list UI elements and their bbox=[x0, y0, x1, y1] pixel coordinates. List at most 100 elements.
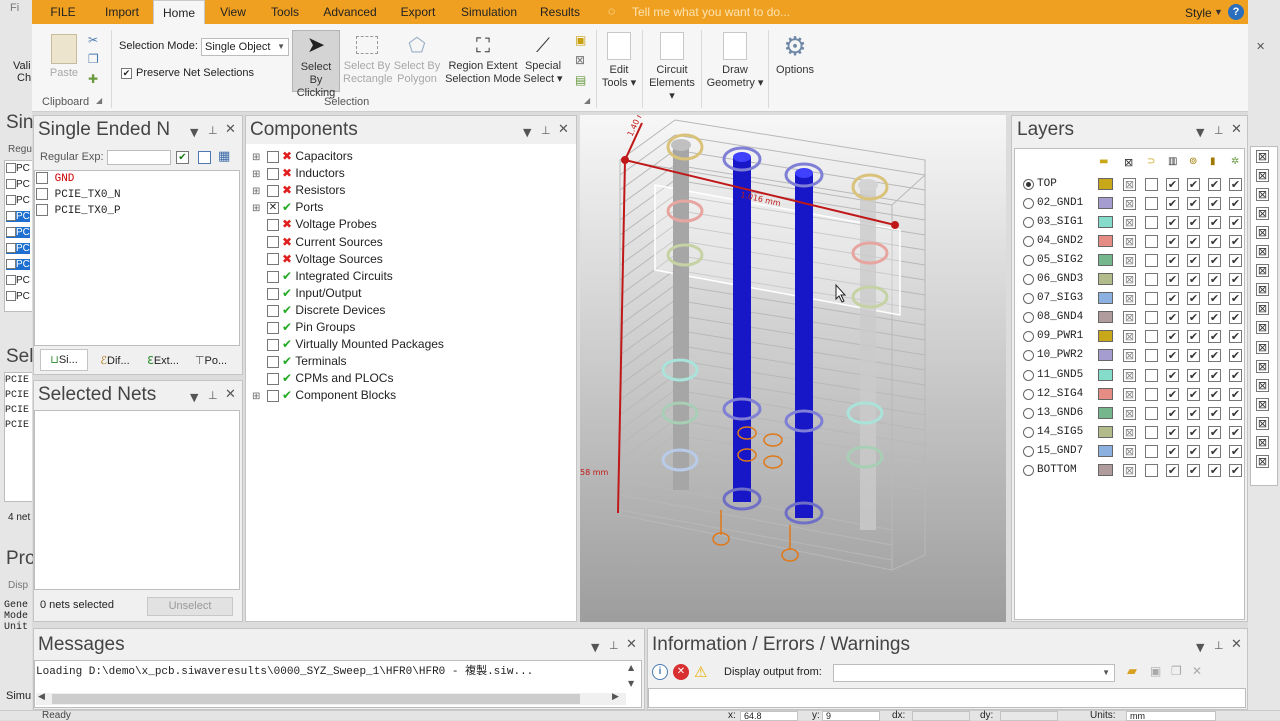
layer-visibility-checkbox[interactable]: ✔ bbox=[1229, 387, 1242, 401]
right-strip-checkbox[interactable]: ⊠ bbox=[1256, 207, 1269, 221]
component-item[interactable]: ✔ CPMs and PLOCs bbox=[252, 370, 393, 387]
close-icon[interactable]: ✕ bbox=[1231, 637, 1242, 652]
net-tab-extended[interactable]: ℇExt... bbox=[140, 351, 186, 371]
layer-visibility-checkbox[interactable] bbox=[1145, 330, 1158, 344]
tab-view[interactable]: View bbox=[214, 0, 252, 24]
component-checkbox[interactable] bbox=[267, 338, 279, 351]
component-item[interactable]: ⊞ ✔ Component Blocks bbox=[252, 387, 396, 404]
scroll-right-icon[interactable]: ▶ bbox=[612, 692, 619, 702]
component-checkbox[interactable] bbox=[267, 321, 279, 334]
tab-simulation[interactable]: Simulation bbox=[454, 0, 524, 24]
tab-home[interactable]: Home bbox=[153, 0, 205, 24]
layer-radio[interactable] bbox=[1023, 350, 1034, 362]
circuit-elements-button[interactable]: Circuit Elements ▾ bbox=[646, 30, 698, 102]
layer-visibility-checkbox[interactable]: ✔ bbox=[1229, 197, 1242, 211]
component-item[interactable]: ✔ Pin Groups bbox=[252, 319, 355, 336]
panel-menu-icon[interactable]: ▼ bbox=[190, 391, 198, 404]
right-strip-checkbox[interactable]: ⊠ bbox=[1256, 283, 1269, 297]
layer-visibility-checkbox[interactable]: ✔ bbox=[1208, 406, 1221, 420]
net-tab-single[interactable]: ⊔Si... bbox=[40, 349, 88, 371]
panel-menu-icon[interactable]: ▼ bbox=[591, 641, 599, 654]
layer-visibility-checkbox[interactable] bbox=[1145, 273, 1158, 287]
net-tab-power[interactable]: ⊤Po... bbox=[188, 351, 234, 371]
layer-radio[interactable] bbox=[1023, 426, 1034, 438]
layer-visibility-checkbox[interactable]: ✔ bbox=[1229, 216, 1242, 230]
layer-color-swatch[interactable] bbox=[1098, 406, 1113, 419]
layer-color-swatch[interactable] bbox=[1098, 387, 1113, 400]
layer-visibility-checkbox[interactable]: ✔ bbox=[1208, 216, 1221, 230]
pin-icon[interactable]: ⊥ bbox=[208, 124, 218, 137]
layer-visibility-checkbox[interactable]: ✔ bbox=[1166, 387, 1179, 401]
layer-visibility-checkbox[interactable]: ✔ bbox=[1166, 349, 1179, 363]
edit-tools-button[interactable]: Edit Tools ▾ bbox=[600, 30, 638, 92]
layer-pattern-toggle[interactable]: ⊠ bbox=[1123, 406, 1136, 420]
layer-visibility-checkbox[interactable]: ✔ bbox=[1208, 444, 1221, 458]
component-checkbox[interactable] bbox=[267, 390, 279, 403]
layer-pattern-toggle[interactable]: ⊠ bbox=[1123, 292, 1136, 306]
layer-visibility-checkbox[interactable]: ✔ bbox=[1187, 349, 1200, 363]
component-checkbox[interactable] bbox=[267, 167, 279, 180]
layer-radio[interactable] bbox=[1023, 217, 1034, 229]
special-select-button[interactable]: ⟋ Special Select ▾ bbox=[522, 30, 564, 92]
component-checkbox[interactable] bbox=[267, 253, 279, 266]
layer-visibility-checkbox[interactable]: ✔ bbox=[1166, 311, 1179, 325]
layer-radio[interactable] bbox=[1023, 445, 1034, 457]
layer-visibility-checkbox[interactable]: ✔ bbox=[1229, 330, 1242, 344]
info-filter-icon[interactable]: i bbox=[652, 664, 668, 680]
right-strip-checkbox[interactable]: ⊠ bbox=[1256, 359, 1269, 373]
layer-visibility-checkbox[interactable]: ✔ bbox=[1187, 292, 1200, 306]
layer-visibility-checkbox[interactable]: ✔ bbox=[1187, 387, 1200, 401]
select-by-rectangle-button[interactable]: Select By Rectangle bbox=[343, 30, 393, 92]
error-filter-icon[interactable]: ✕ bbox=[673, 664, 689, 680]
tab-import[interactable]: Import bbox=[100, 0, 144, 24]
component-checkbox[interactable] bbox=[267, 219, 279, 232]
left-strip-item[interactable]: PC bbox=[6, 179, 30, 190]
tab-tools[interactable]: Tools bbox=[264, 0, 306, 24]
scroll-down-icon[interactable]: ▼ bbox=[628, 679, 634, 688]
layer-visibility-checkbox[interactable]: ✔ bbox=[1166, 292, 1179, 306]
layer-radio[interactable] bbox=[1023, 198, 1034, 210]
warning-filter-icon[interactable]: ⚠ bbox=[694, 663, 707, 681]
component-checkbox[interactable] bbox=[267, 236, 279, 249]
layer-visibility-checkbox[interactable]: ✔ bbox=[1229, 311, 1242, 325]
expand-icon[interactable]: ⊞ bbox=[252, 183, 262, 200]
right-strip-checkbox[interactable]: ⊠ bbox=[1256, 169, 1269, 183]
component-item[interactable]: ✖ Current Sources bbox=[252, 234, 383, 251]
expand-icon[interactable]: ⊞ bbox=[252, 200, 262, 217]
hscroll-thumb[interactable] bbox=[52, 694, 580, 704]
net-item-pcie-tx0-p[interactable]: PCIE_TX0_P bbox=[36, 203, 121, 220]
layer-visibility-checkbox[interactable]: ✔ bbox=[1166, 273, 1179, 287]
layer-visibility-checkbox[interactable] bbox=[1145, 197, 1158, 211]
layer-color-swatch[interactable] bbox=[1098, 463, 1113, 476]
layer-row[interactable]: 02_GND1 ⊠ ✔ ✔ ✔ ✔ bbox=[1018, 195, 1244, 213]
open-folder-icon[interactable]: ▰ bbox=[1127, 664, 1137, 679]
layer-radio[interactable] bbox=[1023, 236, 1034, 248]
right-strip-checkbox[interactable]: ⊠ bbox=[1256, 245, 1269, 259]
layer-color-swatch[interactable] bbox=[1098, 330, 1113, 343]
layer-row[interactable]: 03_SIG1 ⊠ ✔ ✔ ✔ ✔ bbox=[1018, 214, 1244, 232]
left-strip-item[interactable]: PC bbox=[6, 211, 30, 222]
layer-visibility-checkbox[interactable]: ✔ bbox=[1229, 444, 1242, 458]
component-checkbox[interactable] bbox=[267, 150, 279, 163]
layer-color-swatch[interactable] bbox=[1098, 425, 1113, 438]
layer-visibility-checkbox[interactable]: ✔ bbox=[1229, 273, 1242, 287]
left-strip-item[interactable]: PC bbox=[6, 227, 30, 238]
layer-row[interactable]: 11_GND5 ⊠ ✔ ✔ ✔ ✔ bbox=[1018, 367, 1244, 385]
layer-visibility-checkbox[interactable] bbox=[1145, 216, 1158, 230]
layer-visibility-checkbox[interactable]: ✔ bbox=[1208, 178, 1221, 191]
regexp-input[interactable] bbox=[107, 150, 171, 165]
clipboard-launcher-icon[interactable]: ◢ bbox=[96, 96, 102, 105]
layer-visibility-checkbox[interactable] bbox=[1145, 368, 1158, 382]
layer-radio[interactable] bbox=[1023, 312, 1034, 324]
layer-visibility-checkbox[interactable] bbox=[1145, 178, 1158, 191]
layer-visibility-checkbox[interactable] bbox=[1145, 406, 1158, 420]
clear-icon[interactable]: ✕ bbox=[1192, 664, 1202, 678]
layer-color-swatch[interactable] bbox=[1098, 235, 1113, 248]
layer-color-swatch[interactable] bbox=[1098, 292, 1113, 305]
pin-icon[interactable]: ⊥ bbox=[609, 639, 619, 652]
panel-menu-icon[interactable]: ▼ bbox=[1196, 126, 1204, 139]
layer-visibility-checkbox[interactable]: ✔ bbox=[1208, 349, 1221, 363]
layer-pattern-toggle[interactable]: ⊠ bbox=[1123, 368, 1136, 382]
layer-color-swatch[interactable] bbox=[1098, 197, 1113, 210]
layer-visibility-checkbox[interactable]: ✔ bbox=[1187, 216, 1200, 230]
